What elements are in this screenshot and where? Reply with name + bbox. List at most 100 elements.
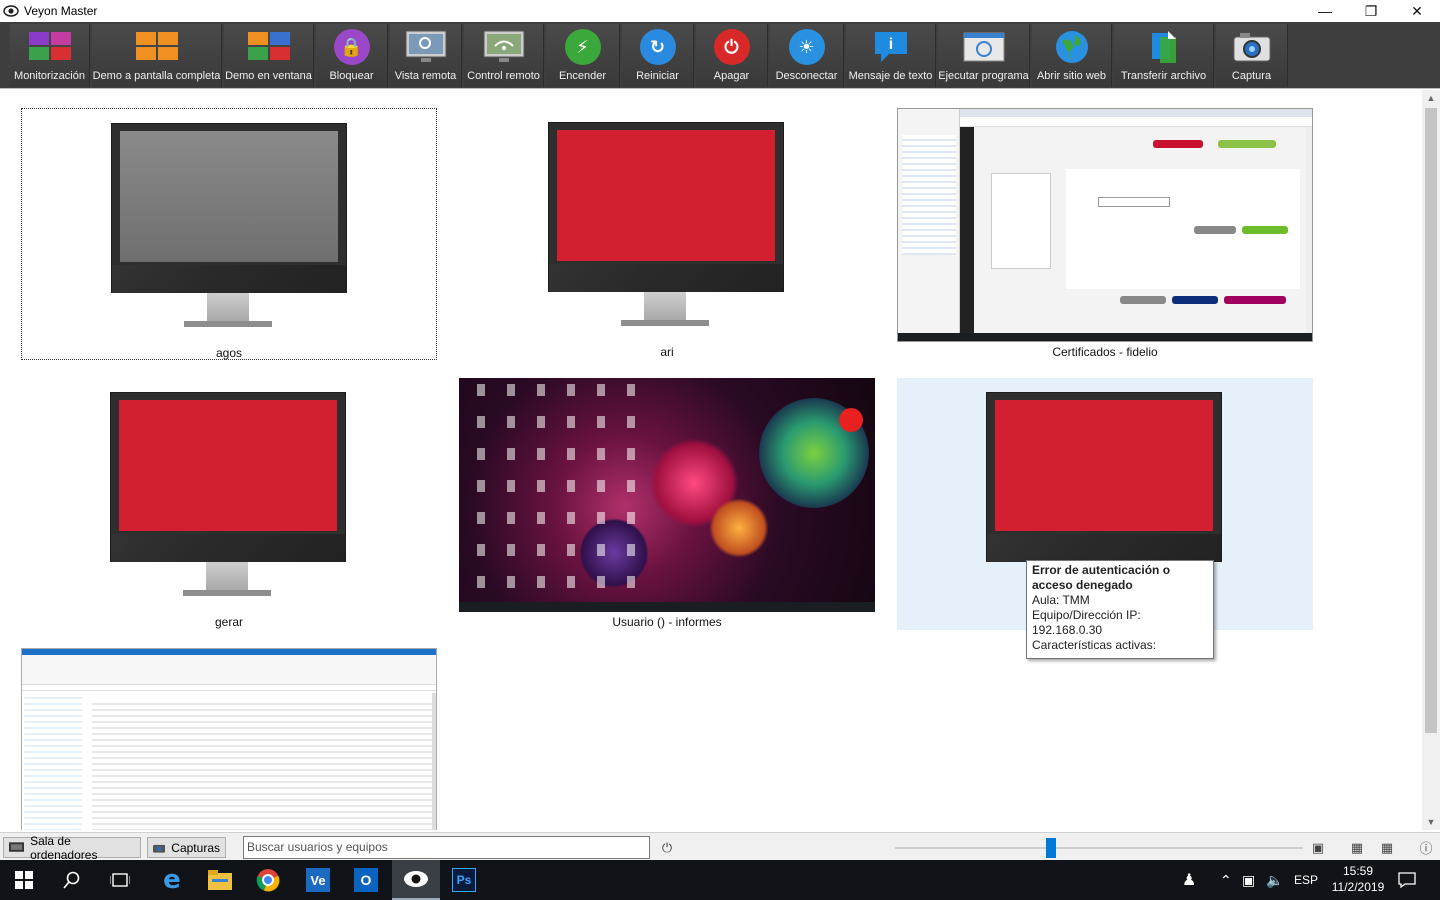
minimize-button[interactable]: — [1302,0,1348,22]
window-title: Veyon Master [24,4,98,18]
toolbar-label: Abrir sitio web [1036,70,1107,82]
toolbar-label: Captura [1231,70,1272,82]
toolbar-label: Bloquear [329,70,374,82]
custom-layout-icon[interactable]: ▦ [1346,837,1368,858]
toolbar-label: Monitorización [14,70,85,82]
people-icon[interactable]: ♟ [1182,860,1196,900]
computer-tile[interactable]: agos [21,108,437,360]
text-message-icon: i [869,28,913,66]
tooltip-title: Error de autenticación o acceso denegado [1032,563,1171,592]
computer-room-label: Sala de ordenadores [30,833,98,862]
file-explorer-icon[interactable] [196,860,244,900]
toolbar-label: Vista remota [394,70,457,82]
toolbar-label: Demo en ventana [225,70,312,82]
computer-name: Certificados - fidelio [1052,345,1158,359]
toolbar-label: Mensaje de texto [848,70,933,82]
reboot-button[interactable]: ↻ Reiniciar [622,24,694,87]
remote-control-icon [482,28,526,66]
computer-name: Usuario () - informes [612,615,722,629]
scrollbar-thumb[interactable] [1425,108,1437,733]
computer-grid: agos ari Certificados - fidelio gerar Us… [0,90,1422,830]
zoom-slider-thumb[interactable] [1046,838,1057,858]
window-demo-button[interactable]: Demo en ventana [224,24,314,87]
scroll-down-arrow-icon[interactable]: ▼ [1422,814,1440,830]
monitoring-button[interactable]: Monitorización [10,24,90,87]
computer-room-button[interactable]: Sala de ordenadores [3,834,141,862]
toolbar-label: Reiniciar [636,70,679,82]
grid-view-icon[interactable]: ▦ [1376,837,1398,858]
live-screen-thumbnail [21,648,437,830]
outlook-icon[interactable]: O [342,860,390,900]
vertical-scrollbar[interactable]: ▲ ▼ [1422,90,1440,830]
fit-view-icon[interactable]: ▣ [1307,837,1329,858]
monitor-icon [110,392,346,598]
toolbar-label: Desconectar [775,70,838,82]
live-screen-thumbnail [897,108,1313,342]
remote-control-button[interactable]: Control remoto [464,24,544,87]
power-on-button[interactable]: ⚡ Encender [546,24,620,87]
screenshots-label: Capturas [171,840,220,855]
svg-text:i: i [888,36,892,53]
search-icon[interactable] [48,860,96,900]
maximize-button[interactable]: ❐ [1348,0,1394,22]
network-icon[interactable]: ▣ [1242,860,1255,900]
lock-icon: 🔒 [330,28,374,66]
logout-icon: ☀ [785,28,829,66]
screenshot-button[interactable]: Captura [1216,24,1288,87]
start-icon[interactable] [0,860,48,900]
computer-tooltip: Error de autenticación o acceso denegado… [1026,560,1214,659]
camera-small-icon [153,844,166,853]
toolbar-label: Demo a pantalla completa [92,70,221,82]
window-demo-icon [247,28,291,66]
computer-tile[interactable]: Certificados - fidelio [897,108,1313,360]
power-off-icon: ⏻ [710,28,754,66]
tooltip-features: Características activas: [1032,638,1157,652]
live-screen-thumbnail [459,378,875,612]
monitor-icon [111,123,347,329]
computer-tile[interactable]: ari [459,108,875,360]
search-input[interactable]: Buscar usuarios y equipos [243,836,650,859]
computer-tile[interactable]: Usuario () - informes [459,378,875,630]
veyon-taskbar-icon[interactable] [392,860,440,900]
run-program-icon [962,28,1006,66]
run-program-button[interactable]: Ejecutar programa [938,24,1030,87]
file-transfer-icon [1142,28,1186,66]
tooltip-ip: Equipo/Dirección IP: 192.168.0.30 [1032,608,1141,637]
scroll-up-arrow-icon[interactable]: ▲ [1422,90,1440,106]
computer-tile[interactable] [21,648,437,830]
text-message-button[interactable]: i Mensaje de texto [846,24,936,87]
remote-view-button[interactable]: Vista remota [390,24,462,87]
close-button[interactable]: ✕ [1394,0,1440,22]
open-website-button[interactable]: Abrir sitio web [1032,24,1112,87]
remote-view-icon [404,28,448,66]
action-center-icon[interactable] [1398,860,1416,900]
main-toolbar: Monitorización Demo a pantalla completa … [0,22,1440,89]
file-transfer-button[interactable]: Transferir archivo [1114,24,1214,87]
toolbar-label: Transferir archivo [1120,70,1207,82]
power-off-button[interactable]: ⏻ Apagar [696,24,768,87]
veeam-app-icon[interactable]: Ve [294,860,342,900]
input-language-label[interactable]: ESP [1294,860,1318,900]
logout-button[interactable]: ☀ Desconectar [770,24,844,87]
photoshop-icon[interactable]: Ps [440,860,488,900]
computer-tile[interactable]: gerar [21,378,437,630]
fullscreen-demo-button[interactable]: Demo a pantalla completa [92,24,222,87]
toolbar-label: Ejecutar programa [938,70,1029,82]
chrome-icon[interactable] [244,860,292,900]
task-view-icon[interactable] [96,860,144,900]
power-toggle-icon[interactable]: ⏻ [656,837,678,858]
tooltip-room: Aula: TMM [1032,593,1090,607]
screenshots-button[interactable]: Capturas [147,837,226,858]
tray-overflow-icon[interactable]: ⌃ [1220,860,1232,900]
edge-browser-icon[interactable]: e [148,860,196,900]
bottom-bar: Sala de ordenadores Capturas Buscar usua… [0,832,1440,862]
clock-time: 15:59 [1342,864,1374,878]
monitoring-icon [28,28,72,66]
taskbar-clock[interactable]: 15:59 11/2/2019 [1328,863,1388,895]
lock-button[interactable]: 🔒 Bloquear [316,24,388,87]
zoom-slider-track[interactable] [895,847,1303,849]
monitor-icon [548,122,784,328]
volume-muted-icon[interactable]: 🔈 [1266,860,1283,900]
about-icon[interactable]: ⓘ [1415,837,1437,858]
veyon-eye-icon [3,5,19,17]
